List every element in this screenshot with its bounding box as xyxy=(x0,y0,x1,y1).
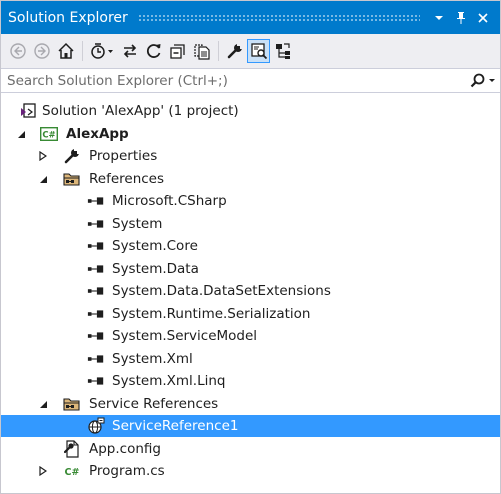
reference-label: System.ServiceModel xyxy=(112,328,258,344)
sync-button[interactable] xyxy=(118,39,141,63)
home-button[interactable] xyxy=(54,39,77,63)
reference-label: System.Xml xyxy=(112,351,193,367)
tree-node-reference[interactable]: System.Core xyxy=(1,235,500,257)
search-box xyxy=(1,68,500,93)
references-folder-icon xyxy=(63,170,81,188)
tree-node-reference[interactable]: System.Runtime.Serialization xyxy=(1,303,500,325)
home-icon xyxy=(57,42,74,59)
preview-selected-items-icon xyxy=(250,43,267,60)
close-icon xyxy=(478,12,488,23)
tree-node-reference[interactable]: System.Xml.Linq xyxy=(1,370,500,392)
close-button[interactable] xyxy=(472,7,494,29)
solution-icon xyxy=(19,102,37,120)
reference-label: System.Data xyxy=(112,261,199,277)
reference-label: System.Core xyxy=(112,238,198,254)
expanded-arrow-icon[interactable] xyxy=(15,128,27,140)
tree-node-reference[interactable]: System.Data.DataSetExtensions xyxy=(1,280,500,302)
reference-label: System.Data.DataSetExtensions xyxy=(112,283,331,299)
search-icon xyxy=(470,73,495,87)
assembly-reference-icon xyxy=(87,192,105,210)
service-references-label: Service References xyxy=(89,396,219,412)
expanded-arrow-icon[interactable] xyxy=(37,398,49,410)
class-view-button[interactable] xyxy=(271,39,294,63)
csharp-project-icon: C# xyxy=(40,125,58,143)
reference-label: System.Xml.Linq xyxy=(112,373,226,389)
refresh-button[interactable] xyxy=(142,39,165,63)
service-reference-label: ServiceReference1 xyxy=(112,418,239,434)
class-view-icon xyxy=(275,43,290,59)
reference-label: System.Runtime.Serialization xyxy=(112,306,311,322)
tree-node-reference[interactable]: System.ServiceModel xyxy=(1,325,500,347)
project-label: AlexApp xyxy=(66,126,129,142)
tree-node-reference[interactable]: System.Data xyxy=(1,258,500,280)
collapse-all-button[interactable] xyxy=(166,39,189,63)
tree-node-reference[interactable]: Microsoft.CSharp xyxy=(1,190,500,212)
collapsed-arrow-icon[interactable] xyxy=(37,150,49,162)
assembly-reference-icon xyxy=(87,305,105,323)
properties-button[interactable] xyxy=(223,39,246,63)
panel-title: Solution Explorer xyxy=(8,9,128,26)
reference-label: System xyxy=(112,216,163,232)
tree-node-solution[interactable]: Solution 'AlexApp' (1 project) xyxy=(1,100,500,122)
tree-node-service-references[interactable]: Service References xyxy=(1,393,500,415)
assembly-reference-icon xyxy=(87,350,105,368)
reference-label: Microsoft.CSharp xyxy=(112,193,227,209)
toolbar-separator xyxy=(218,41,219,61)
expanded-arrow-icon[interactable] xyxy=(37,173,49,185)
chevron-down-icon xyxy=(435,15,443,20)
app-config-label: App.config xyxy=(89,441,161,457)
tree-node-program-cs[interactable]: C# Program.cs xyxy=(1,460,500,482)
show-all-files-icon xyxy=(193,44,210,60)
service-references-folder-icon xyxy=(63,395,81,413)
toolbar xyxy=(1,34,500,68)
preview-selected-items-button[interactable] xyxy=(247,39,270,63)
tree-node-service-reference-selected[interactable]: ServiceReference1 xyxy=(1,415,500,437)
assembly-reference-icon xyxy=(87,260,105,278)
config-file-icon xyxy=(63,440,81,458)
search-input[interactable] xyxy=(1,71,466,90)
properties-icon xyxy=(227,44,242,59)
assembly-reference-icon xyxy=(87,282,105,300)
properties-label: Properties xyxy=(89,148,158,164)
toolbar-separator xyxy=(82,41,83,61)
search-button[interactable] xyxy=(466,70,500,92)
back-button[interactable] xyxy=(6,39,29,63)
csharp-badge-text: C# xyxy=(42,131,55,141)
collapsed-arrow-icon[interactable] xyxy=(37,465,49,477)
pin-icon xyxy=(457,11,465,24)
csharp-file-icon: C# xyxy=(63,462,81,480)
assembly-reference-icon xyxy=(87,327,105,345)
references-label: References xyxy=(89,171,165,187)
tree-node-references[interactable]: References xyxy=(1,168,500,190)
collapse-all-icon xyxy=(169,44,185,59)
forward-button[interactable] xyxy=(30,39,53,63)
csharp-file-badge-text: C# xyxy=(65,467,80,478)
wrench-icon xyxy=(63,147,81,165)
tree-node-reference[interactable]: System xyxy=(1,213,500,235)
solution-explorer-panel: Solution Explorer Search Solution Explor… xyxy=(0,0,501,494)
pending-changes-filter-button[interactable] xyxy=(87,39,117,63)
service-reference-icon xyxy=(87,417,105,435)
tree-node-properties[interactable]: Properties xyxy=(1,145,500,167)
dropdown-button[interactable] xyxy=(428,7,450,29)
assembly-reference-icon xyxy=(87,215,105,233)
sync-icon xyxy=(123,44,136,58)
back-icon xyxy=(9,43,26,59)
tree-node-app-config[interactable]: App.config xyxy=(1,438,500,460)
title-bar[interactable]: Solution Explorer xyxy=(1,1,500,34)
forward-icon xyxy=(33,43,50,59)
pending-changes-filter-icon xyxy=(91,43,113,59)
program-cs-label: Program.cs xyxy=(89,463,165,479)
refresh-icon xyxy=(146,44,160,58)
assembly-reference-icon xyxy=(87,372,105,390)
drag-grip[interactable] xyxy=(137,14,420,21)
assembly-reference-icon xyxy=(87,237,105,255)
solution-label: Solution 'AlexApp' (1 project) xyxy=(42,103,239,119)
show-all-files-button[interactable] xyxy=(190,39,213,63)
tree-node-reference[interactable]: System.Xml xyxy=(1,348,500,370)
tree-node-project[interactable]: C# AlexApp xyxy=(1,123,500,145)
pin-button[interactable] xyxy=(450,7,472,29)
